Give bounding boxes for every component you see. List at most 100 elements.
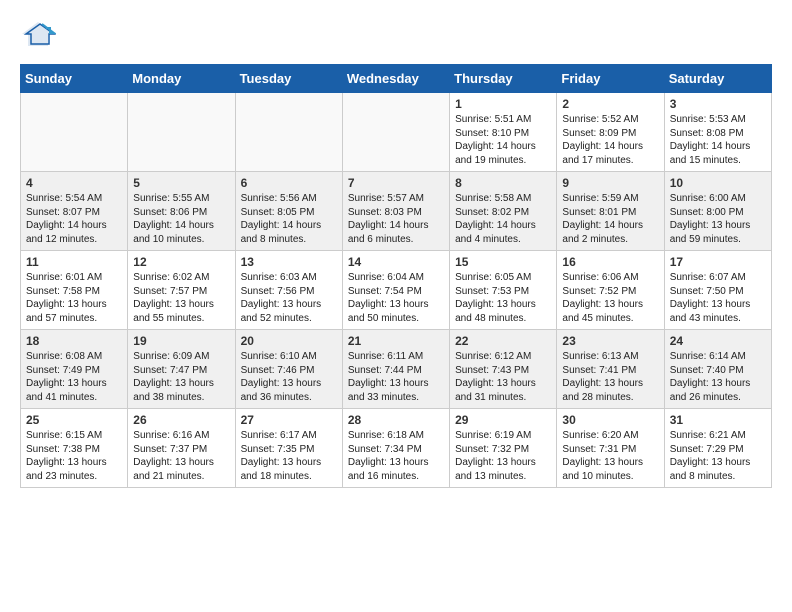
- day-number: 17: [670, 255, 766, 269]
- day-info: Sunrise: 6:12 AM Sunset: 7:43 PM Dayligh…: [455, 350, 551, 404]
- day-info: Sunrise: 6:10 AM Sunset: 7:46 PM Dayligh…: [241, 350, 337, 404]
- day-info: Sunrise: 5:54 AM Sunset: 8:07 PM Dayligh…: [26, 192, 122, 246]
- day-number: 19: [133, 334, 229, 348]
- day-number: 8: [455, 176, 551, 190]
- calendar-day-cell: 2 Sunrise: 5:52 AM Sunset: 8:09 PM Daylig…: [557, 93, 664, 172]
- day-number: 24: [670, 334, 766, 348]
- calendar-day-header: Tuesday: [235, 65, 342, 93]
- day-number: 27: [241, 413, 337, 427]
- day-info: Sunrise: 5:51 AM Sunset: 8:10 PM Dayligh…: [455, 113, 551, 167]
- calendar-day-cell: 30Sunrise: 6:20 AM Sunset: 7:31 PM Dayli…: [557, 409, 664, 488]
- calendar-week-row: 4 Sunrise: 5:54 AM Sunset: 8:07 PM Daylig…: [21, 172, 772, 251]
- calendar-day-cell: 21 Sunrise: 6:11 AM Sunset: 7:44 PM Dayli…: [342, 330, 449, 409]
- day-number: 18: [26, 334, 122, 348]
- calendar-day-cell: 28 Sunrise: 6:18 AM Sunset: 7:34 PM Dayli…: [342, 409, 449, 488]
- calendar-day-cell: 31 Sunrise: 6:21 AM Sunset: 7:29 PM Dayli…: [664, 409, 771, 488]
- calendar-day-cell: 20 Sunrise: 6:10 AM Sunset: 7:46 PM Dayli…: [235, 330, 342, 409]
- day-info: Sunrise: 6:05 AM Sunset: 7:53 PM Dayligh…: [455, 271, 551, 325]
- calendar-day-cell: [21, 93, 128, 172]
- day-info: Sunrise: 6:11 AM Sunset: 7:44 PM Dayligh…: [348, 350, 444, 404]
- calendar-day-cell: 22 Sunrise: 6:12 AM Sunset: 7:43 PM Dayli…: [450, 330, 557, 409]
- calendar-day-header: Sunday: [21, 65, 128, 93]
- calendar-day-cell: 14 Sunrise: 6:04 AM Sunset: 7:54 PM Dayli…: [342, 251, 449, 330]
- day-number: 25: [26, 413, 122, 427]
- calendar-day-cell: 17 Sunrise: 6:07 AM Sunset: 7:50 PM Dayli…: [664, 251, 771, 330]
- day-number: 1: [455, 97, 551, 111]
- calendar-day-cell: 7 Sunrise: 5:57 AM Sunset: 8:03 PM Daylig…: [342, 172, 449, 251]
- day-number: 2: [562, 97, 658, 111]
- calendar-day-header: Saturday: [664, 65, 771, 93]
- day-number: 3: [670, 97, 766, 111]
- day-info: Sunrise: 6:21 AM Sunset: 7:29 PM Dayligh…: [670, 429, 766, 483]
- calendar-day-cell: 25 Sunrise: 6:15 AM Sunset: 7:38 PM Dayli…: [21, 409, 128, 488]
- day-info: Sunrise: 6:06 AM Sunset: 7:52 PM Dayligh…: [562, 271, 658, 325]
- day-number: 12: [133, 255, 229, 269]
- day-number: 22: [455, 334, 551, 348]
- logo-icon: [20, 20, 56, 48]
- day-info: Sunrise: 5:53 AM Sunset: 8:08 PM Dayligh…: [670, 113, 766, 167]
- calendar-day-cell: 12 Sunrise: 6:02 AM Sunset: 7:57 PM Dayli…: [128, 251, 235, 330]
- calendar-day-cell: 29 Sunrise: 6:19 AM Sunset: 7:32 PM Dayli…: [450, 409, 557, 488]
- calendar-day-header: Monday: [128, 65, 235, 93]
- calendar-body: 1 Sunrise: 5:51 AM Sunset: 8:10 PM Daylig…: [21, 93, 772, 488]
- header: [20, 20, 772, 48]
- calendar-day-cell: 16 Sunrise: 6:06 AM Sunset: 7:52 PM Dayli…: [557, 251, 664, 330]
- calendar-day-cell: 5Sunrise: 5:55 AM Sunset: 8:06 PM Daylig…: [128, 172, 235, 251]
- calendar-day-cell: 4 Sunrise: 5:54 AM Sunset: 8:07 PM Daylig…: [21, 172, 128, 251]
- day-info: Sunrise: 6:15 AM Sunset: 7:38 PM Dayligh…: [26, 429, 122, 483]
- day-info: Sunrise: 6:09 AM Sunset: 7:47 PM Dayligh…: [133, 350, 229, 404]
- day-info: Sunrise: 6:00 AM Sunset: 8:00 PM Dayligh…: [670, 192, 766, 246]
- calendar-day-cell: 18 Sunrise: 6:08 AM Sunset: 7:49 PM Dayli…: [21, 330, 128, 409]
- calendar-day-cell: [342, 93, 449, 172]
- day-number: 5: [133, 176, 229, 190]
- calendar-day-cell: 13Sunrise: 6:03 AM Sunset: 7:56 PM Dayli…: [235, 251, 342, 330]
- day-number: 7: [348, 176, 444, 190]
- day-info: Sunrise: 6:19 AM Sunset: 7:32 PM Dayligh…: [455, 429, 551, 483]
- day-number: 13: [241, 255, 337, 269]
- calendar-day-cell: 10Sunrise: 6:00 AM Sunset: 8:00 PM Dayli…: [664, 172, 771, 251]
- calendar-day-cell: 1 Sunrise: 5:51 AM Sunset: 8:10 PM Daylig…: [450, 93, 557, 172]
- day-number: 30: [562, 413, 658, 427]
- calendar-week-row: 1 Sunrise: 5:51 AM Sunset: 8:10 PM Daylig…: [21, 93, 772, 172]
- calendar-week-row: 25 Sunrise: 6:15 AM Sunset: 7:38 PM Dayli…: [21, 409, 772, 488]
- day-info: Sunrise: 6:18 AM Sunset: 7:34 PM Dayligh…: [348, 429, 444, 483]
- day-info: Sunrise: 5:59 AM Sunset: 8:01 PM Dayligh…: [562, 192, 658, 246]
- day-number: 20: [241, 334, 337, 348]
- day-info: Sunrise: 5:58 AM Sunset: 8:02 PM Dayligh…: [455, 192, 551, 246]
- day-number: 15: [455, 255, 551, 269]
- calendar-day-cell: 26 Sunrise: 6:16 AM Sunset: 7:37 PM Dayli…: [128, 409, 235, 488]
- day-number: 21: [348, 334, 444, 348]
- calendar-day-header: Friday: [557, 65, 664, 93]
- day-info: Sunrise: 6:04 AM Sunset: 7:54 PM Dayligh…: [348, 271, 444, 325]
- calendar-day-header: Thursday: [450, 65, 557, 93]
- day-number: 9: [562, 176, 658, 190]
- day-number: 28: [348, 413, 444, 427]
- calendar-day-cell: 11 Sunrise: 6:01 AM Sunset: 7:58 PM Dayli…: [21, 251, 128, 330]
- logo: [20, 20, 60, 48]
- calendar-day-cell: [128, 93, 235, 172]
- day-number: 16: [562, 255, 658, 269]
- day-info: Sunrise: 6:07 AM Sunset: 7:50 PM Dayligh…: [670, 271, 766, 325]
- day-info: Sunrise: 6:13 AM Sunset: 7:41 PM Dayligh…: [562, 350, 658, 404]
- day-number: 11: [26, 255, 122, 269]
- day-number: 14: [348, 255, 444, 269]
- day-info: Sunrise: 5:56 AM Sunset: 8:05 PM Dayligh…: [241, 192, 337, 246]
- day-number: 26: [133, 413, 229, 427]
- day-number: 6: [241, 176, 337, 190]
- day-info: Sunrise: 6:02 AM Sunset: 7:57 PM Dayligh…: [133, 271, 229, 325]
- calendar-day-cell: 19 Sunrise: 6:09 AM Sunset: 7:47 PM Dayli…: [128, 330, 235, 409]
- day-info: Sunrise: 5:57 AM Sunset: 8:03 PM Dayligh…: [348, 192, 444, 246]
- day-info: Sunrise: 6:01 AM Sunset: 7:58 PM Dayligh…: [26, 271, 122, 325]
- calendar-day-cell: 8 Sunrise: 5:58 AM Sunset: 8:02 PM Daylig…: [450, 172, 557, 251]
- calendar-day-cell: [235, 93, 342, 172]
- day-info: Sunrise: 6:17 AM Sunset: 7:35 PM Dayligh…: [241, 429, 337, 483]
- calendar-day-cell: 9 Sunrise: 5:59 AM Sunset: 8:01 PM Daylig…: [557, 172, 664, 251]
- day-number: 29: [455, 413, 551, 427]
- day-info: Sunrise: 6:14 AM Sunset: 7:40 PM Dayligh…: [670, 350, 766, 404]
- day-number: 4: [26, 176, 122, 190]
- day-number: 31: [670, 413, 766, 427]
- day-info: Sunrise: 5:52 AM Sunset: 8:09 PM Dayligh…: [562, 113, 658, 167]
- calendar-day-cell: 3 Sunrise: 5:53 AM Sunset: 8:08 PM Daylig…: [664, 93, 771, 172]
- day-info: Sunrise: 6:08 AM Sunset: 7:49 PM Dayligh…: [26, 350, 122, 404]
- day-info: Sunrise: 6:16 AM Sunset: 7:37 PM Dayligh…: [133, 429, 229, 483]
